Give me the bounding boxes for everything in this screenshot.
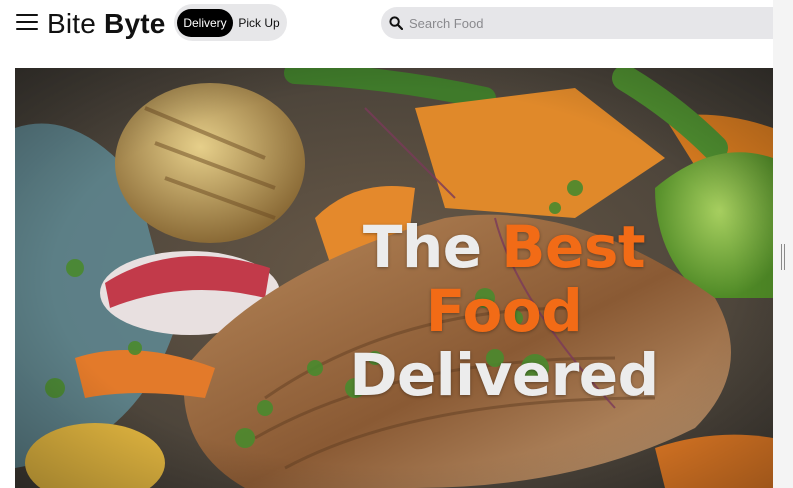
hamburger-menu-icon[interactable] [16,12,39,32]
headline-word-the: The [362,213,482,281]
search-bar [381,7,773,39]
headline-word-food: Food [425,277,583,345]
search-icon[interactable] [389,16,403,30]
search-input[interactable] [409,7,749,39]
brand-logo[interactable]: Bite Byte [47,8,166,40]
hero-banner: The Best Food Delivered [15,68,773,488]
headline-word-delivered: Delivered [349,341,659,409]
order-mode-toggle: Delivery Pick Up [174,4,287,41]
delivery-option-button[interactable]: Delivery [177,9,233,37]
top-header: Bite Byte Delivery Pick Up [0,0,773,46]
scrollbar-grip-handle[interactable] [781,244,786,270]
hero-headline: The Best Food Delivered [269,215,739,407]
brand-name-part1: Bite [47,8,97,39]
pickup-option-button[interactable]: Pick Up [235,9,283,37]
headline-word-best: Best [501,213,646,281]
brand-name-part2: Byte [104,8,166,39]
